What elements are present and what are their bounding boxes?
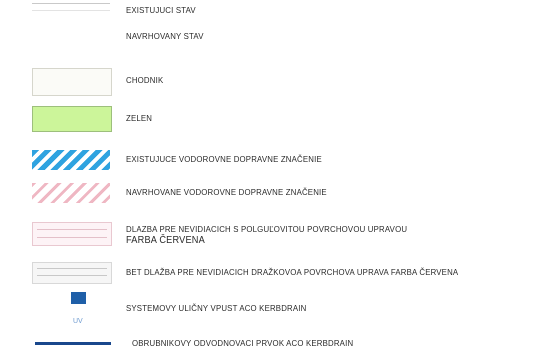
legend-label-curb-drain: OBRUBNIKOVY ODVODNOVACI PRVOK ACO KERBDR… bbox=[132, 338, 354, 348]
street-inlet-symbol bbox=[71, 292, 86, 304]
street-inlet-tag: UV bbox=[73, 318, 83, 325]
existing-state-line-symbol bbox=[32, 3, 110, 11]
legend-label-street-inlet: SYSTEMOVY ULIČNY VPUST ACO KERBDRAIN bbox=[126, 303, 307, 313]
legend: EXISTUJUCI STAV NAVRHOVANY STAV CHODNIK … bbox=[0, 0, 543, 356]
legend-label-tactile-paving-groove: BET DLAŽBA PRE NEVIDIACICH DRAŽKOVOA POV… bbox=[126, 267, 459, 277]
legend-label-proposed-state: NAVRHOVANY STAV bbox=[126, 31, 204, 41]
legend-label-greenery: ZELEN bbox=[126, 113, 153, 123]
tactile-paving-dome-symbol bbox=[32, 222, 112, 246]
legend-label-existing-state: EXISTUJUCI STAV bbox=[126, 5, 196, 15]
proposed-road-marking-symbol bbox=[32, 183, 110, 203]
legend-label-tactile-paving-dome-line2: FARBA ČERVENA bbox=[126, 235, 205, 246]
tactile-paving-groove-symbol bbox=[32, 262, 112, 284]
existing-road-marking-symbol bbox=[32, 150, 110, 170]
legend-label-sidewalk: CHODNIK bbox=[126, 75, 164, 85]
legend-label-tactile-paving-dome: DLAZBA PRE NEVIDIACICH S POLGUĽOVITOU PO… bbox=[126, 224, 408, 246]
curb-drain-line-symbol bbox=[35, 342, 111, 345]
greenery-symbol bbox=[32, 106, 112, 132]
legend-label-proposed-road-marking: NAVRHOVANE VODOROVNE DOPRAVNE ZNAČENIE bbox=[126, 187, 327, 197]
legend-label-existing-road-marking: EXISTUJUCE VODOROVNE DOPRAVNE ZNAČENIE bbox=[126, 154, 322, 164]
sidewalk-symbol bbox=[32, 68, 112, 96]
